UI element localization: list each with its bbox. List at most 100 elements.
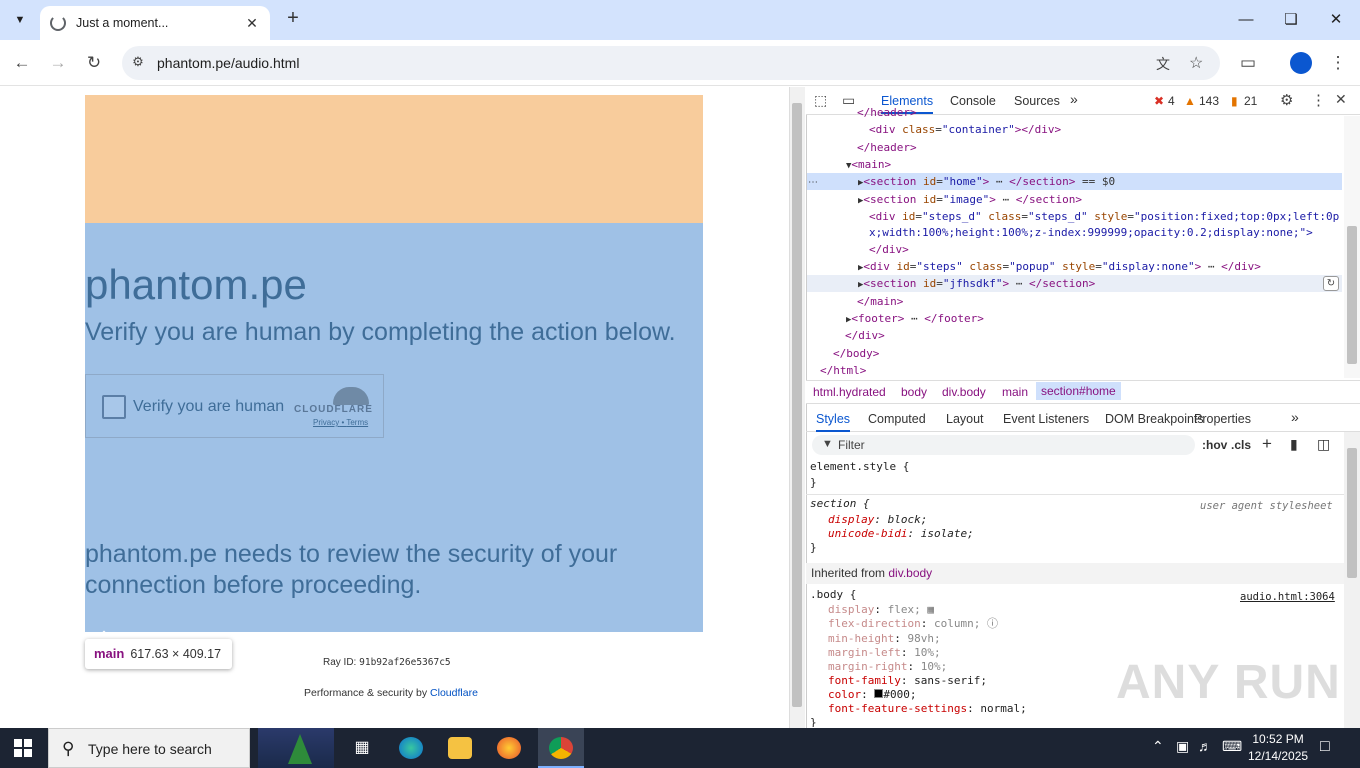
hov-toggle[interactable]: :hov	[1202, 438, 1227, 452]
page-scroll-thumb[interactable]	[792, 103, 802, 707]
privacy-link[interactable]: Privacy	[313, 418, 339, 427]
dom-line[interactable]: </html>	[820, 362, 866, 379]
profile-avatar[interactable]	[1290, 52, 1312, 74]
site-info-icon[interactable]: ⚙	[130, 54, 146, 70]
file-explorer-icon[interactable]	[448, 737, 472, 759]
devtools-menu-icon[interactable]: ⋮	[1311, 91, 1326, 109]
cls-toggle[interactable]: .cls	[1231, 438, 1251, 452]
bookmark-star-icon[interactable]: ☆	[1189, 53, 1203, 73]
edge-icon[interactable]	[399, 737, 423, 759]
subtab-dom-breakpoints[interactable]: DOM Breakpoints	[1105, 412, 1204, 426]
tab-sources[interactable]: Sources	[1014, 94, 1060, 108]
paint-icon[interactable]: ▮	[1290, 436, 1298, 453]
tab-console[interactable]: Console	[950, 94, 996, 108]
extensions-icon[interactable]: ▭	[1237, 52, 1259, 74]
close-tab-icon[interactable]: ✕	[244, 15, 260, 32]
dom-line[interactable]: </main>	[857, 293, 903, 310]
device-toolbar-icon[interactable]: ▭	[842, 92, 855, 109]
dom-line[interactable]: </div>	[869, 241, 909, 258]
rule-selector[interactable]: section {	[810, 497, 870, 512]
subtab-computed[interactable]: Computed	[868, 412, 926, 426]
issues-icon[interactable]: ▮	[1231, 94, 1238, 108]
translate-icon[interactable]: 文	[1156, 54, 1170, 74]
tab-search-button[interactable]: ▼	[8, 8, 32, 32]
filter-placeholder: Filter	[838, 438, 865, 452]
settings-gear-icon[interactable]: ⚙	[1280, 91, 1293, 109]
terms-link[interactable]: Terms	[346, 418, 368, 427]
verify-checkbox[interactable]	[102, 395, 126, 419]
styles-filter-input[interactable]: ▼ Filter	[812, 435, 1195, 455]
dom-line[interactable]: </header>	[857, 104, 917, 117]
breadcrumb-item-selected[interactable]: section#home	[1036, 382, 1121, 400]
network-icon[interactable]: ▣	[1176, 738, 1189, 755]
minimize-button[interactable]: —	[1232, 8, 1260, 32]
cloudflare-link[interactable]: Cloudflare	[430, 687, 478, 699]
new-rule-icon[interactable]: +	[1262, 434, 1272, 454]
breadcrumb-item[interactable]: body	[901, 385, 927, 399]
address-bar[interactable]: ⚙ phantom.pe/audio.html 文 ☆	[122, 46, 1220, 80]
more-subtabs-icon[interactable]: »	[1291, 409, 1299, 425]
forward-button[interactable]: →	[47, 52, 69, 74]
tooltip-dimensions: 617.63 × 409.17	[130, 647, 222, 661]
dom-line[interactable]: </header>	[857, 139, 917, 156]
subtab-event-listeners[interactable]: Event Listeners	[1003, 412, 1089, 426]
issues-count[interactable]: 21	[1244, 94, 1257, 108]
subtab-layout[interactable]: Layout	[946, 412, 984, 426]
error-count[interactable]: 4	[1168, 94, 1175, 108]
notification-icon[interactable]: □	[1320, 738, 1330, 756]
menu-icon[interactable]: ⋮	[1327, 52, 1349, 74]
rule-selector[interactable]: element.style {	[810, 460, 909, 475]
css-declaration[interactable]: display: flex; ▦	[828, 603, 934, 618]
breadcrumb-item[interactable]: html.hydrated	[813, 385, 886, 399]
volume-icon[interactable]: ♬	[1198, 738, 1212, 754]
css-declaration[interactable]: margin-left: 10%;	[828, 646, 941, 661]
sidebar-toggle-icon[interactable]: ◫	[1317, 436, 1330, 453]
css-declaration[interactable]: display: block;	[828, 513, 927, 528]
css-declaration[interactable]: flex-direction: column; ⓘ	[828, 617, 998, 632]
close-devtools-icon[interactable]: ✕	[1335, 91, 1347, 108]
ellipsis-icon[interactable]: ⋯	[808, 177, 818, 188]
breadcrumb-item[interactable]: main	[1002, 385, 1028, 399]
dom-line[interactable]: x;width:100%;height:100%;z-index:999999;…	[869, 224, 1313, 241]
dom-scroll-thumb[interactable]	[1347, 226, 1357, 364]
rule-selector[interactable]: .body {	[810, 588, 856, 603]
dom-line[interactable]: <div id="steps_d" class="steps_d" style=…	[869, 208, 1339, 225]
css-declaration[interactable]: color: #000;	[828, 688, 917, 703]
dom-line[interactable]: </div>	[845, 327, 885, 344]
maximize-button[interactable]: ❏	[1277, 8, 1305, 32]
windows-start-icon[interactable]	[14, 739, 32, 757]
subtab-styles[interactable]: Styles	[816, 412, 851, 432]
breadcrumb-item[interactable]: div.body	[942, 385, 986, 399]
css-declaration[interactable]: min-height: 98vh;	[828, 632, 941, 647]
dom-line[interactable]: ▶<section id="jfhsdkf"> ⋯ </section>	[858, 275, 1095, 294]
more-tabs-icon[interactable]: »	[1070, 91, 1078, 107]
reload-button[interactable]: ↻	[83, 52, 105, 74]
search-highlight-image[interactable]	[258, 728, 334, 768]
taskbar-search[interactable]: ⚲ Type here to search	[48, 728, 250, 768]
taskbar-clock[interactable]: 10:52 PM 12/14/2025	[1248, 731, 1308, 765]
back-button[interactable]: ←	[11, 52, 33, 74]
close-window-button[interactable]: ✕	[1322, 8, 1350, 32]
warning-icon[interactable]: ▲	[1184, 94, 1196, 108]
inspect-element-icon[interactable]: ⬚	[814, 92, 827, 109]
firefox-icon[interactable]	[497, 737, 521, 759]
warning-count[interactable]: 143	[1199, 94, 1219, 108]
source-link[interactable]: audio.html:3064	[1240, 590, 1335, 605]
css-declaration[interactable]: margin-right: 10%;	[828, 660, 947, 675]
css-declaration[interactable]: font-family: sans-serif;	[828, 674, 987, 689]
dom-line-selected[interactable]: ▶<section id="home"> ⋯ </section> == $0	[858, 173, 1115, 192]
task-view-icon[interactable]: ▦	[350, 737, 374, 759]
error-icon[interactable]: ✖	[1154, 94, 1164, 108]
subtab-properties[interactable]: Properties	[1194, 412, 1251, 426]
styles-scroll-thumb[interactable]	[1347, 448, 1357, 578]
keyboard-icon[interactable]: ⌨	[1222, 738, 1242, 755]
dom-line[interactable]: <div class="container"></div>	[869, 121, 1061, 138]
new-tab-button[interactable]: +	[282, 8, 304, 30]
inherited-from-link[interactable]: div.body	[888, 566, 932, 580]
dom-line[interactable]: </body>	[833, 345, 879, 362]
refresh-node-icon[interactable]: ↻	[1323, 276, 1339, 291]
tray-chevron-icon[interactable]: ⌃	[1152, 738, 1164, 755]
browser-tab[interactable]: Just a moment... ✕	[40, 6, 270, 40]
css-declaration[interactable]: unicode-bidi: isolate;	[828, 527, 974, 542]
css-declaration[interactable]: font-feature-settings: normal;	[828, 702, 1027, 717]
